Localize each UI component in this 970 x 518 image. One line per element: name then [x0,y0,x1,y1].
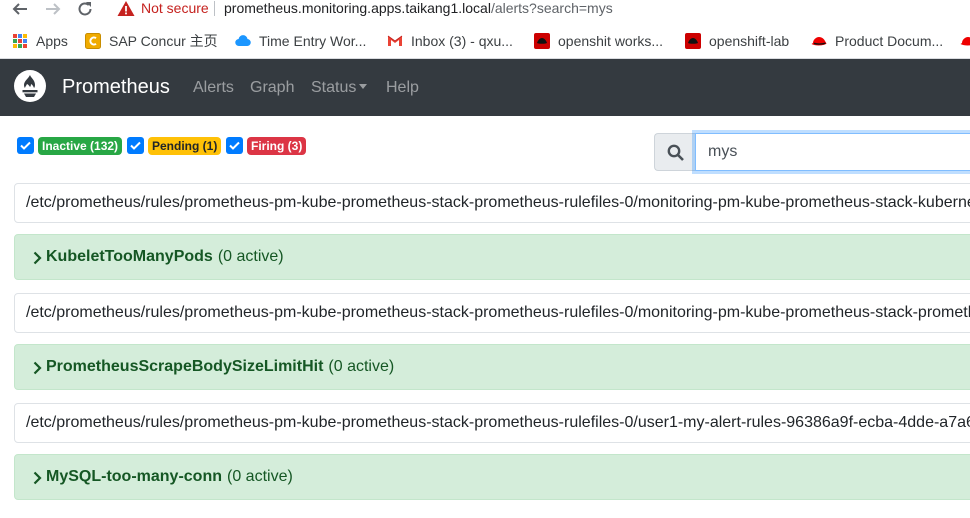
firing-checkbox[interactable] [226,137,243,154]
search-input[interactable] [695,133,970,171]
redhat-icon [685,33,701,49]
rule-active-count: (0 active) [227,468,293,485]
bookmark-inbox[interactable]: Inbox (3) - qxu... [387,31,513,51]
search-button[interactable] [654,133,695,171]
nav-alerts[interactable]: Alerts [193,78,234,97]
firing-badge[interactable]: Firing (3) [247,137,307,155]
chevron-right-icon [33,361,42,375]
bookmark-sap-concur[interactable]: SAP Concur 主页 [85,31,218,51]
bookmark-label: openshit works... [558,33,664,49]
rule-row-mysql-too-many-conn[interactable]: MySQL-too-many-conn (0 active) [14,454,970,500]
chevron-right-icon [33,471,42,485]
rule-row-prometheusscrapebodysizelimithit[interactable]: PrometheusScrapeBodySizeLimitHit (0 activ… [14,344,970,390]
bookmark-label: SAP Concur 主页 [109,33,218,49]
reload-button[interactable] [75,0,95,18]
back-button[interactable] [10,0,30,18]
bookmark-label: Product Docum... [835,33,944,49]
prometheus-logo-icon[interactable] [14,70,46,102]
cloud-icon [235,35,251,47]
bookmark-overflow[interactable] [960,31,970,51]
rule-name: KubeletTooManyPods [46,248,213,265]
rule-title: KubeletTooManyPods (0 active) [46,235,284,279]
rule-row-kubelettoomanypods[interactable]: KubeletTooManyPods (0 active) [14,234,970,280]
brand-title[interactable]: Prometheus [62,75,170,99]
bookmark-time-entry[interactable]: Time Entry Wor... [235,31,366,51]
bookmark-label: Apps [36,33,68,49]
arrow-right-icon [46,3,61,15]
rule-active-count: (0 active) [217,248,284,265]
caret-down-icon [359,84,368,89]
bookmark-label: Time Entry Wor... [259,33,367,49]
rule-title: PrometheusScrapeBodySizeLimitHit (0 activ… [46,345,394,389]
rule-name: PrometheusScrapeBodySizeLimitHit [46,358,324,375]
arrow-left-icon [12,3,27,15]
bookmark-apps[interactable]: Apps [12,31,68,51]
url-text[interactable]: prometheus.monitoring.apps.taikang1.loca… [224,0,613,17]
inactive-badge[interactable]: Inactive (132) [38,137,123,155]
nav-status[interactable]: Status [311,78,368,97]
rule-file-path: /etc/prometheus/rules/prometheus-pm-kube… [14,293,970,333]
url-divider [214,1,215,16]
url-host: prometheus.monitoring.apps.taikang1.loca… [224,0,491,16]
bookmarks-bar: Apps SAP Concur 主页 Time Entry Wor... Inb… [0,22,970,59]
nav-status-label: Status [311,79,357,96]
rule-file-path: /etc/prometheus/rules/prometheus-pm-kube… [14,403,970,443]
browser-toolbar: Not secure prometheus.monitoring.apps.ta… [0,0,970,22]
forward-button[interactable] [43,0,63,18]
top-navbar: Prometheus Alerts Graph Status Help [0,59,970,116]
redhat-fedora-icon [960,37,970,46]
bookmark-product-docum[interactable]: Product Docum... [811,31,943,51]
redhat-fedora-icon [811,37,827,46]
gmail-icon [387,35,403,46]
rule-name: MySQL-too-many-conn [46,468,222,485]
apps-grid-icon [13,34,27,48]
search-icon [667,144,684,161]
nav-help[interactable]: Help [386,78,419,97]
checkmark-icon [229,141,240,150]
warning-icon[interactable] [117,0,135,18]
reload-icon [78,2,92,16]
bookmark-label: Inbox (3) - qxu... [411,33,513,49]
rule-title: MySQL-too-many-conn (0 active) [46,455,293,499]
rule-file-path: /etc/prometheus/rules/prometheus-pm-kube… [14,183,970,223]
bookmark-openshit-works[interactable]: openshit works... [534,31,663,51]
checkmark-icon [130,141,141,150]
bookmark-label: openshift-lab [709,33,790,49]
bookmark-openshift-lab[interactable]: openshift-lab [685,31,789,51]
chevron-right-icon [33,251,42,265]
inactive-checkbox[interactable] [17,137,34,154]
pending-badge[interactable]: Pending (1) [148,137,222,155]
checkmark-icon [20,141,31,150]
concur-icon [85,33,101,49]
redhat-icon [534,33,550,49]
not-secure-label[interactable]: Not secure [141,0,209,17]
pending-checkbox[interactable] [127,137,144,154]
rule-active-count: (0 active) [328,358,395,375]
url-path: /alerts?search=mys [490,0,613,16]
nav-graph[interactable]: Graph [250,78,294,97]
